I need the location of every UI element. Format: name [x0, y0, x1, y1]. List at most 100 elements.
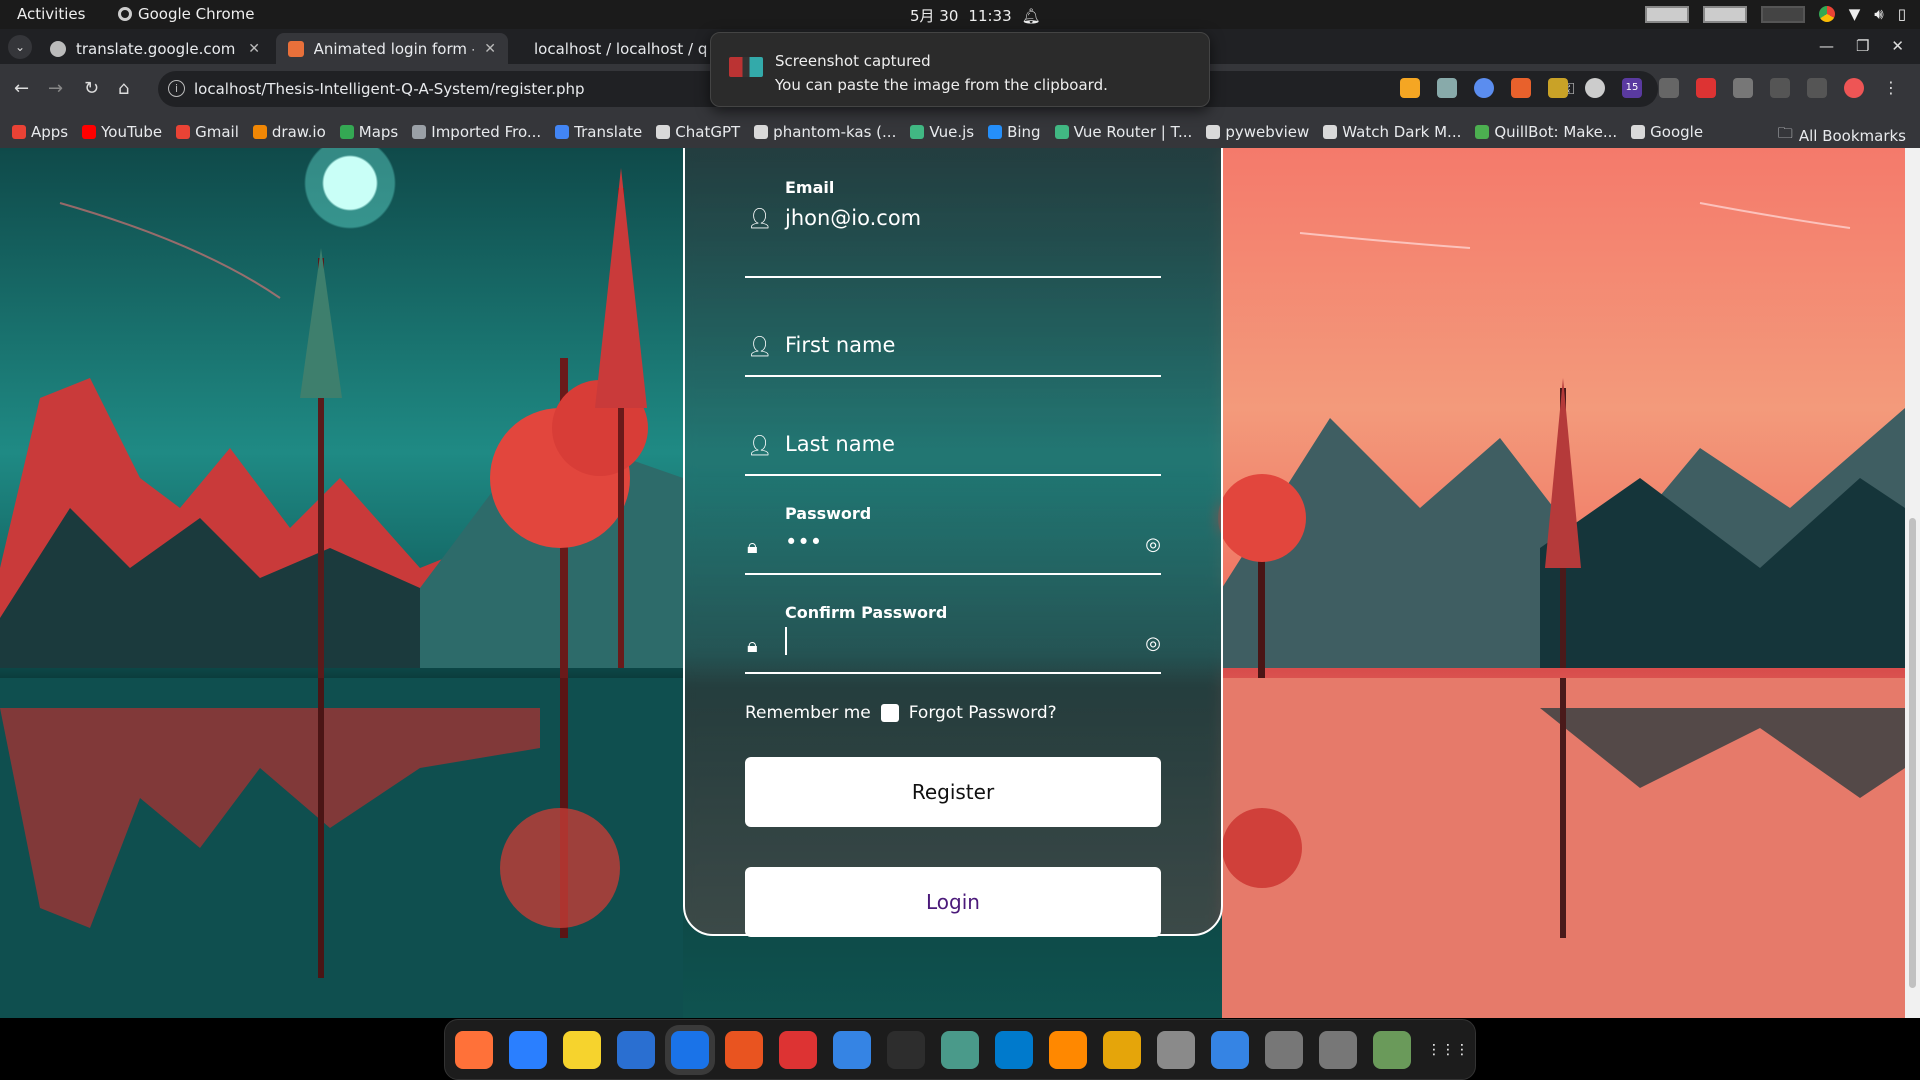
vlc-icon[interactable]	[1049, 1030, 1087, 1069]
bookmark-item[interactable]: YouTube	[82, 123, 162, 141]
tab-search-chevron-icon[interactable]: ⌄	[8, 35, 32, 59]
forgot-password-link[interactable]: Forgot Password?	[909, 703, 1057, 723]
profile-avatar-icon[interactable]	[1844, 78, 1864, 98]
ext-badge-icon[interactable]: 15	[1622, 78, 1642, 98]
chrome-tray-icon[interactable]	[1818, 6, 1835, 22]
eye-off-icon[interactable]: ◎	[1145, 534, 1161, 555]
ext-react-icon[interactable]	[1585, 78, 1605, 98]
email-field[interactable]: Email 👤︎ jhon@io.com	[745, 150, 1161, 278]
password-field[interactable]: Password 🔒︎ ••• ◎	[745, 476, 1161, 575]
first-name-placeholder[interactable]: First name	[785, 333, 895, 357]
back-icon[interactable]: ←	[14, 78, 29, 99]
ext-bolt-icon[interactable]	[1659, 78, 1679, 98]
disk2-icon[interactable]	[1319, 1030, 1357, 1069]
forward-icon[interactable]: →	[48, 78, 63, 99]
bookmark-item[interactable]: Google	[1631, 123, 1703, 141]
bookmark-item[interactable]: Translate	[555, 123, 642, 141]
password-value[interactable]: •••	[785, 530, 822, 554]
close-tab-icon[interactable]: ✕	[248, 41, 260, 57]
bookmark-item[interactable]: ChatGPT	[656, 123, 740, 141]
bookmark-item[interactable]: Gmail	[176, 123, 239, 141]
page-scrollbar[interactable]	[1905, 148, 1920, 1018]
first-name-field[interactable]: 👤︎ First name	[745, 278, 1161, 377]
ext-leaf-icon[interactable]	[1733, 78, 1753, 98]
chrome-icon[interactable]	[671, 1030, 709, 1069]
extensions-puzzle-icon[interactable]	[1770, 78, 1790, 98]
close-window-icon[interactable]: ✕	[1891, 37, 1904, 55]
updater-icon[interactable]	[1211, 1030, 1249, 1069]
vue-devtools-icon[interactable]	[1437, 78, 1457, 98]
workspace-1[interactable]	[1644, 5, 1689, 23]
kebab-menu-icon[interactable]: ⋮	[1881, 78, 1901, 98]
confirm-password-field[interactable]: Confirm Password 🔒︎ ◎	[745, 575, 1161, 674]
ext-orange-icon[interactable]	[1511, 78, 1531, 98]
help-icon[interactable]	[833, 1030, 871, 1069]
tab-translate[interactable]: translate.google.com ✕	[38, 33, 272, 64]
clock[interactable]: 5月 30 11:33 🔔︎	[910, 5, 1041, 26]
download-icon[interactable]	[1807, 78, 1827, 98]
all-bookmarks[interactable]: 🗀︎ All Bookmarks	[1778, 123, 1906, 148]
email-value[interactable]: jhon@io.com	[785, 206, 921, 230]
app-menu[interactable]: Google Chrome	[118, 5, 255, 23]
wifi-icon[interactable]: ▼	[1849, 5, 1861, 23]
firefox-icon[interactable]	[455, 1030, 493, 1069]
bookmark-item[interactable]: Bing	[988, 123, 1041, 141]
close-tab-icon[interactable]: ✕	[484, 41, 496, 57]
ext-circle-icon[interactable]	[1474, 78, 1494, 98]
files-icon[interactable]	[1157, 1030, 1195, 1069]
reload-icon[interactable]: ↻	[84, 78, 99, 99]
rhythmbox-icon[interactable]	[563, 1030, 601, 1069]
bookmark-item[interactable]: Maps	[339, 123, 398, 141]
thunderbird-icon[interactable]	[509, 1030, 547, 1069]
user-icon: 👤︎	[747, 206, 773, 230]
screenshot-notification[interactable]: Screenshot captured You can paste the im…	[710, 32, 1210, 107]
trash-icon[interactable]	[1373, 1030, 1411, 1069]
home-icon[interactable]: ⌂	[118, 78, 129, 99]
software-icon[interactable]	[725, 1030, 763, 1069]
battery-icon[interactable]: ▯	[1898, 5, 1906, 23]
bookmark-item[interactable]: Vue Router | T...	[1054, 123, 1192, 141]
system-tray[interactable]: ▼ 🔊︎ ▯	[1644, 5, 1906, 23]
all-bookmarks-label: All Bookmarks	[1798, 126, 1906, 145]
settings-icon[interactable]	[941, 1030, 979, 1069]
remember-me-checkbox[interactable]	[880, 704, 899, 722]
eye-off-icon[interactable]: ◎	[1145, 633, 1161, 654]
workspace-2[interactable]	[1702, 5, 1747, 23]
pen-extension-icon[interactable]	[1400, 78, 1420, 98]
tab-animated-login[interactable]: Animated login form - Bo ✕	[276, 33, 508, 64]
login-button[interactable]: Login	[745, 867, 1161, 937]
bookmark-favicon-icon	[12, 124, 26, 139]
last-name-placeholder[interactable]: Last name	[785, 432, 895, 456]
bookmark-item[interactable]: draw.io	[252, 123, 326, 141]
bookmark-item[interactable]: Vue.js	[910, 123, 974, 141]
app-grid-icon[interactable]: ⋮⋮⋮	[1427, 1030, 1469, 1069]
activities-button[interactable]: Activities	[17, 5, 85, 23]
disk-icon[interactable]	[1265, 1030, 1303, 1069]
workspace-3[interactable]	[1760, 5, 1805, 23]
last-name-field[interactable]: 👤︎ Last name	[745, 377, 1161, 476]
bookmark-item[interactable]: Watch Dark M...	[1323, 123, 1461, 141]
register-button[interactable]: Register	[745, 757, 1161, 827]
minimize-icon[interactable]: —	[1819, 37, 1834, 55]
volume-icon[interactable]: 🔊︎	[1874, 5, 1883, 23]
restore-icon[interactable]: ❐	[1856, 37, 1869, 55]
installer-icon[interactable]	[779, 1030, 817, 1069]
bookmark-favicon-icon	[82, 124, 97, 139]
terminal-icon[interactable]	[887, 1030, 925, 1069]
ext-red-icon[interactable]	[1696, 78, 1716, 98]
tab-phpmyadmin[interactable]: localhost / localhost / q	[512, 33, 712, 64]
bookmark-item[interactable]: Imported Fro...	[412, 123, 541, 141]
writer-icon[interactable]	[617, 1030, 655, 1069]
bookmark-item[interactable]: Apps	[12, 123, 68, 141]
vscode-icon[interactable]	[995, 1030, 1033, 1069]
scrollbar-thumb[interactable]	[1909, 518, 1916, 988]
user-icon: 👤︎	[747, 334, 773, 358]
remember-row: Remember me Forgot Password?	[745, 703, 1057, 723]
bookmark-item[interactable]: QuillBot: Make...	[1475, 123, 1617, 141]
dock: ⋮⋮⋮	[444, 1019, 1476, 1080]
ext-check-icon[interactable]	[1548, 78, 1568, 98]
calculator-icon[interactable]	[1103, 1030, 1141, 1069]
site-info-icon[interactable]: i	[168, 80, 185, 97]
bookmark-item[interactable]: phantom-kas (...	[754, 123, 896, 141]
bookmark-item[interactable]: pywebview	[1206, 123, 1309, 141]
